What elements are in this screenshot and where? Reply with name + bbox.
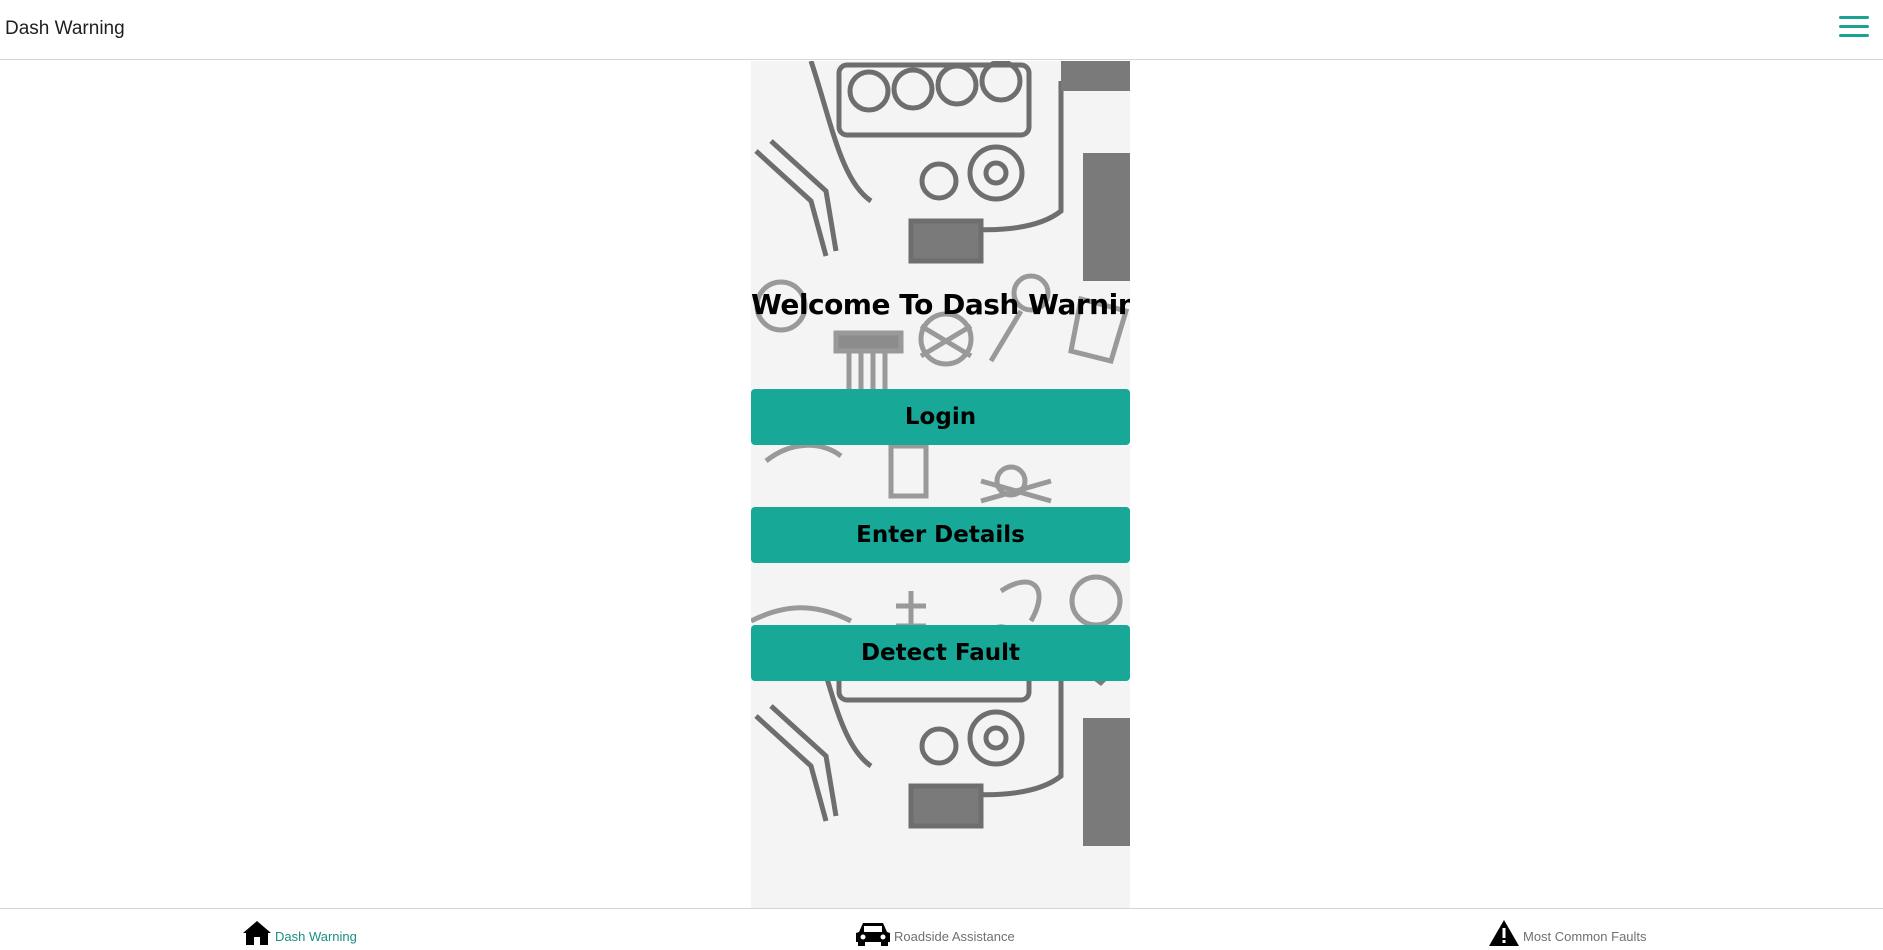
nav-item-dash-warning[interactable]: Dash Warning xyxy=(242,919,357,947)
warning-icon xyxy=(1489,920,1519,946)
top-app-bar: Dash Warning xyxy=(0,0,1883,60)
home-content: Welcome To Dash Warning Login Enter Deta… xyxy=(751,61,1130,908)
app-title: Dash Warning xyxy=(5,18,125,39)
home-icon xyxy=(243,921,271,945)
bottom-navigation: Dash Warning Roadside Assistance Most Co… xyxy=(0,908,1883,950)
nav-item-label: Most Common Faults xyxy=(1523,928,1647,944)
car-parts-background-image xyxy=(751,61,1130,908)
detect-fault-button[interactable]: Detect Fault xyxy=(751,625,1130,681)
enter-details-button[interactable]: Enter Details xyxy=(751,507,1130,563)
hamburger-menu-icon[interactable] xyxy=(1839,16,1869,40)
nav-item-label: Roadside Assistance xyxy=(894,928,1015,944)
nav-item-label: Dash Warning xyxy=(275,928,357,944)
login-button[interactable]: Login xyxy=(751,389,1130,445)
nav-item-roadside-assistance[interactable]: Roadside Assistance xyxy=(855,919,1015,947)
nav-item-most-common-faults[interactable]: Most Common Faults xyxy=(1488,919,1647,947)
welcome-heading: Welcome To Dash Warning xyxy=(751,288,1130,321)
car-icon xyxy=(856,923,890,946)
